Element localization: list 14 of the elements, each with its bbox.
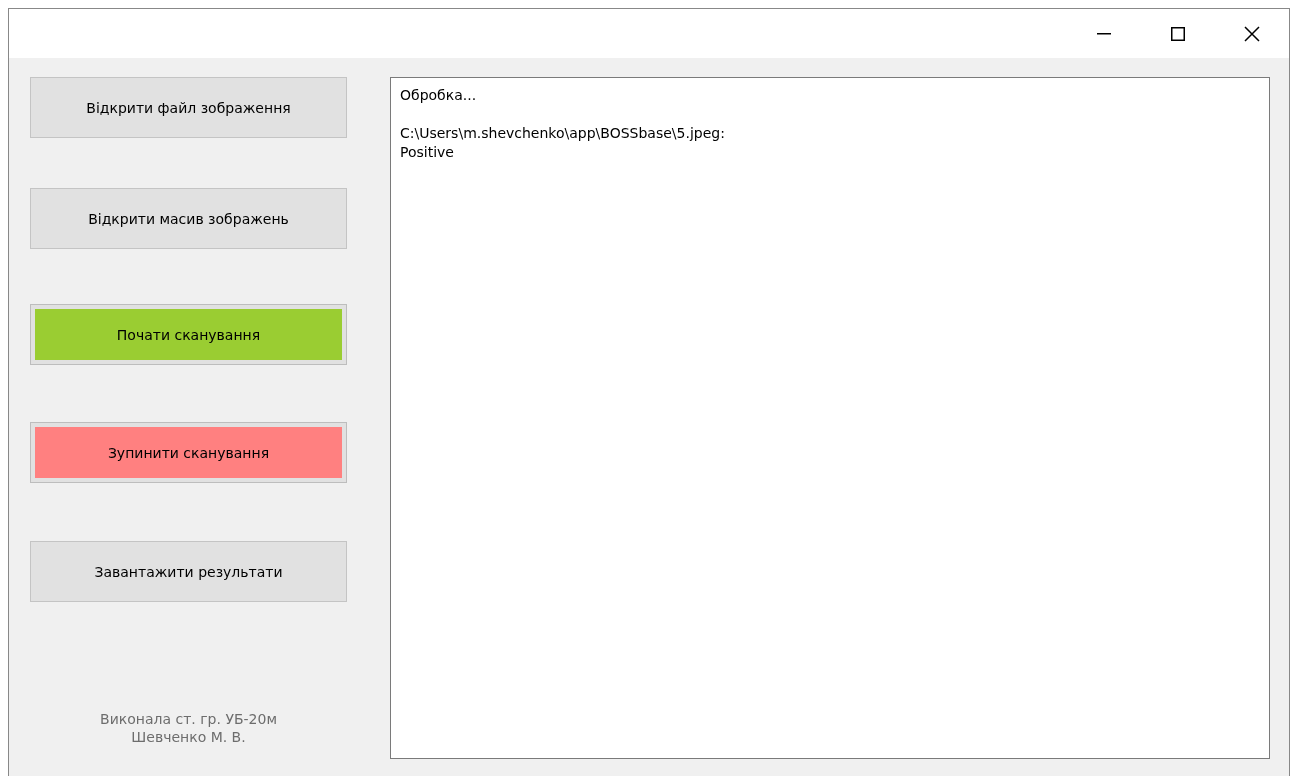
maximize-icon [1171,26,1185,41]
minimize-icon [1097,32,1111,35]
action-button[interactable]: Відкрити файл зображення [30,77,347,138]
output-line: Positive [400,143,455,162]
output-area[interactable]: Обробка... C:\Users\m.shevchenko\app\BOSSbase\5.jpeg: Positive [390,77,1270,759]
credit-text: Виконала ст. гр. УБ-20м [100,711,277,727]
close-icon [1244,25,1260,42]
output-line: Обробка... [400,86,478,105]
action-button[interactable]: Відкрити масив зображень [30,188,347,249]
action-button[interactable]: Завантажити результати [30,541,347,602]
output-line: C:\Users\m.shevchenko\app\BOSSbase\5.jpeg: [400,124,726,143]
action-button[interactable]: Зупинити сканування [30,422,347,483]
credit-text: Шевченко М. В. [131,729,246,745]
action-button[interactable]: Почати сканування [30,304,347,365]
